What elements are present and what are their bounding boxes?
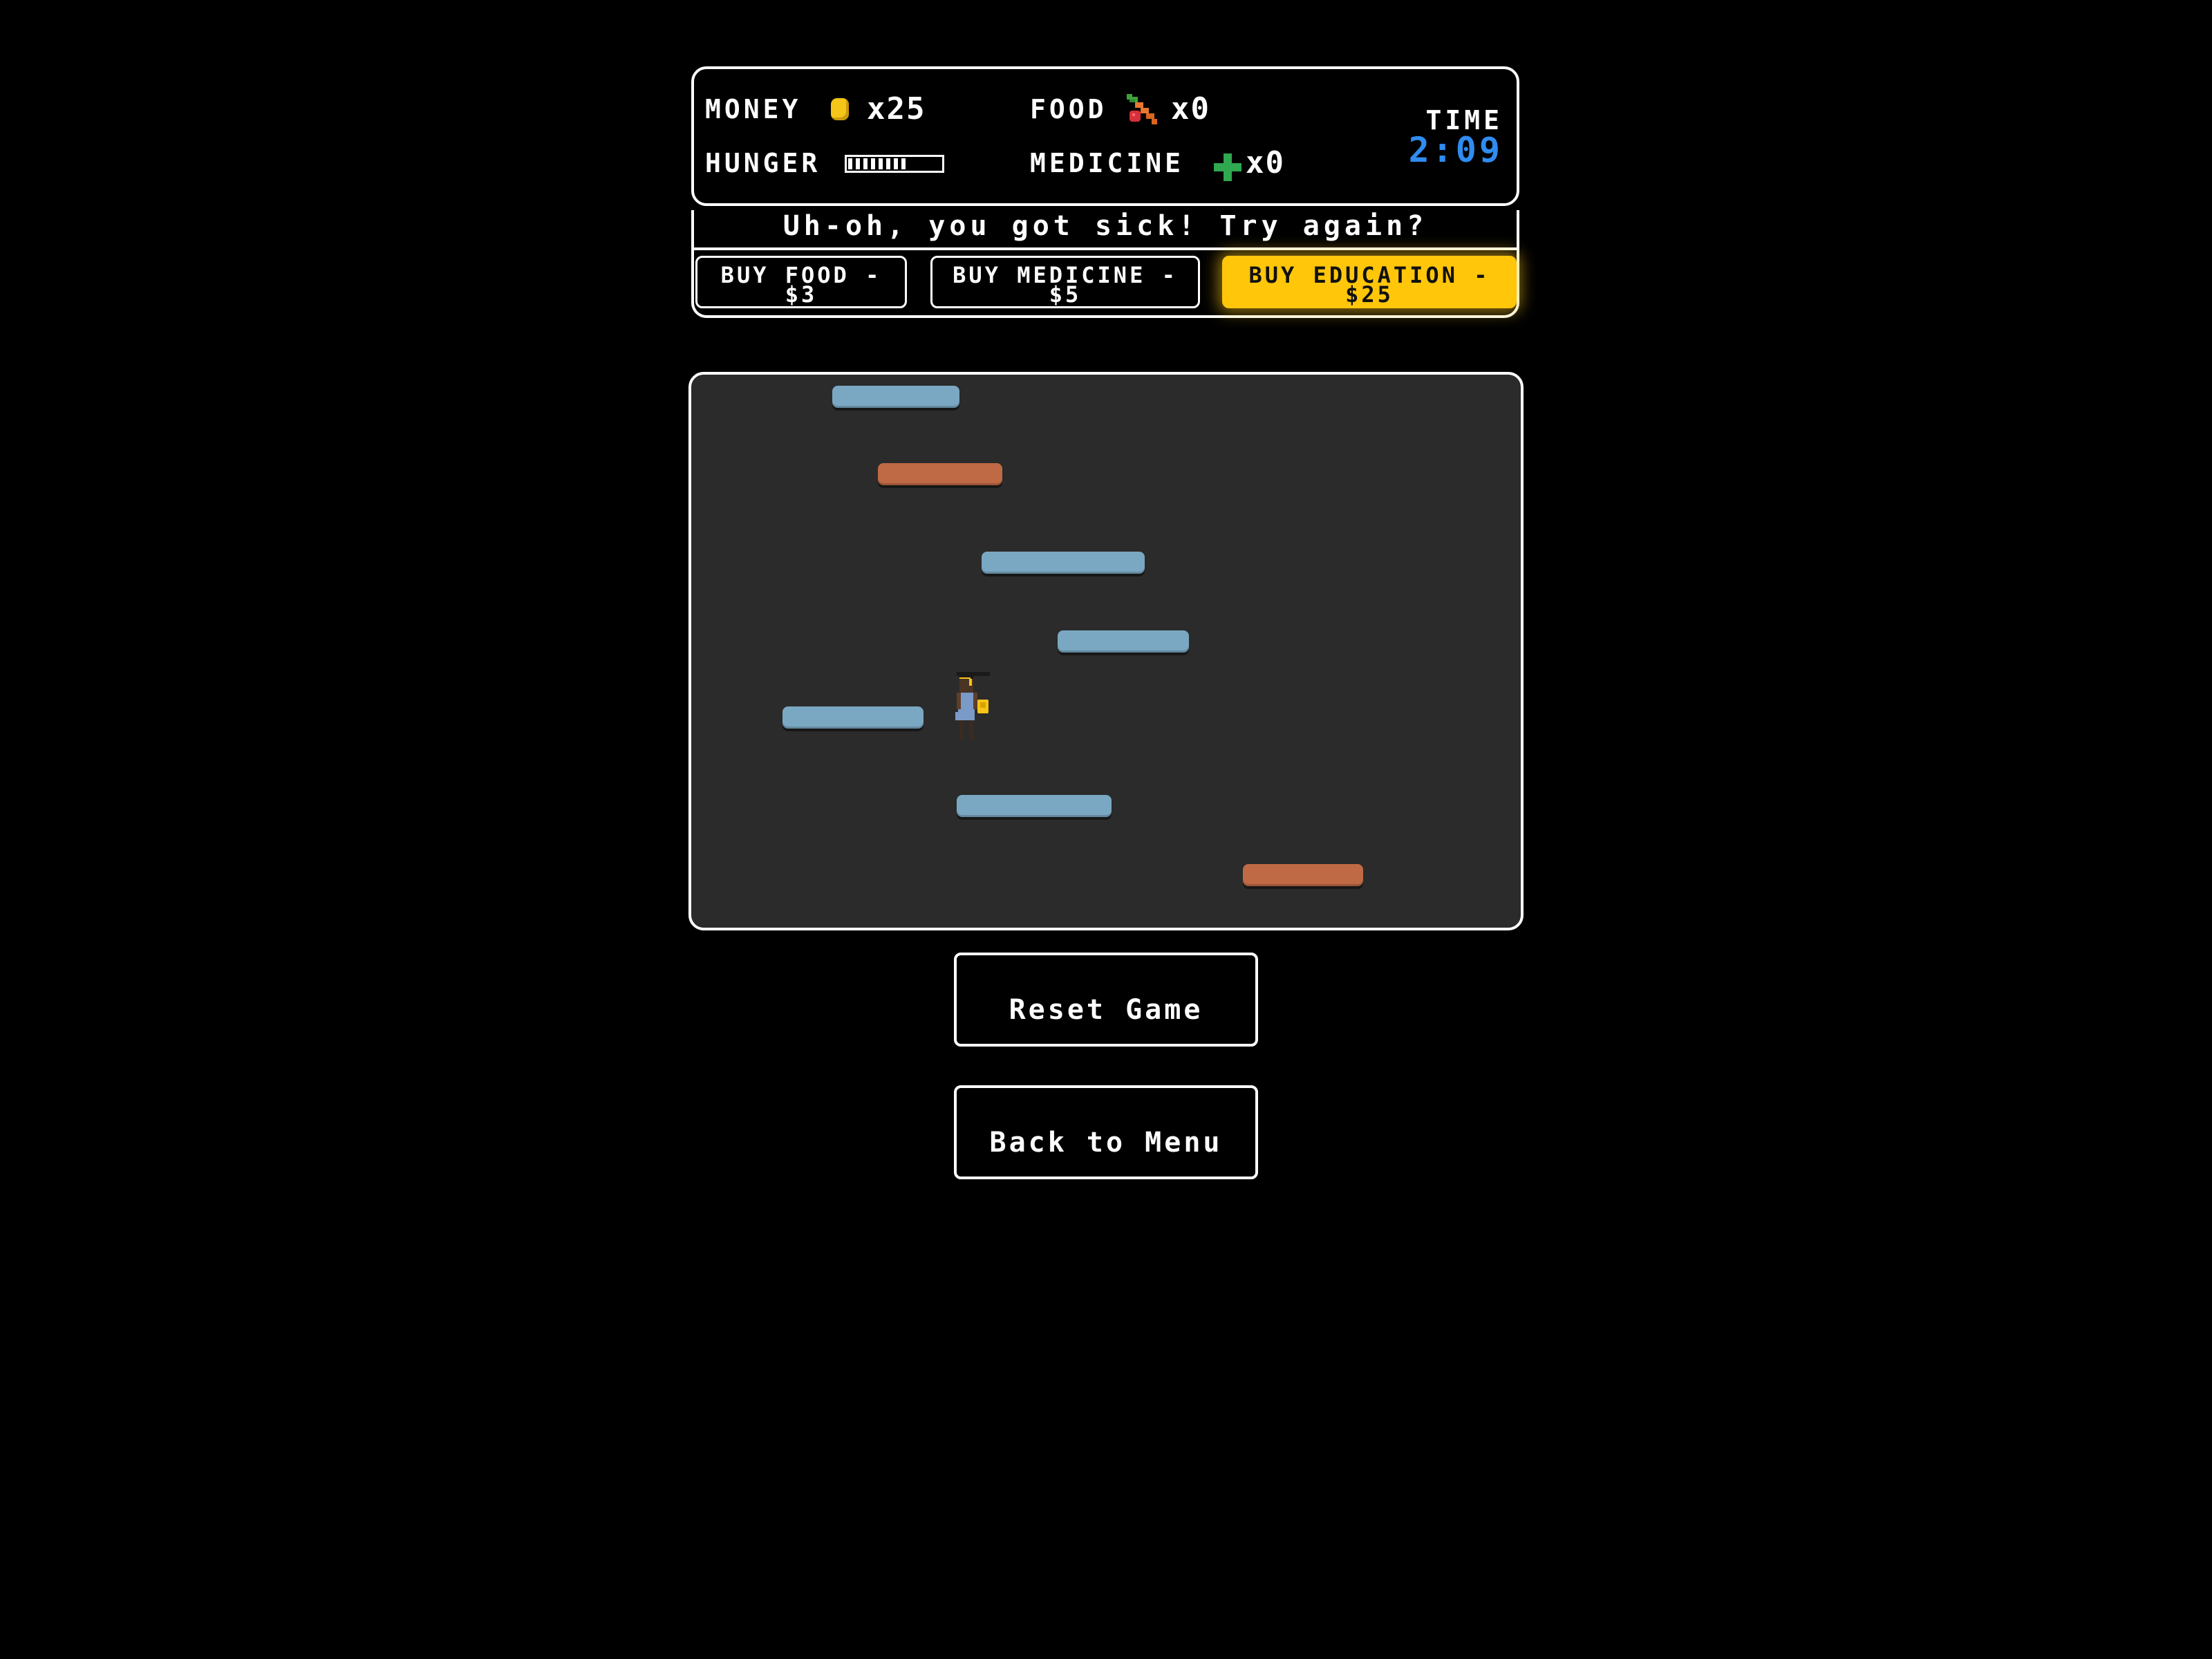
platform-blue: [1058, 630, 1189, 653]
buy-medicine-button[interactable]: BUY MEDICINE - $5: [930, 256, 1200, 308]
carrot-icon: [1127, 94, 1157, 124]
back-to-menu-button[interactable]: Back to Menu: [954, 1085, 1258, 1179]
hunger-tick: [856, 158, 860, 169]
medicine-value: x0: [1246, 145, 1285, 180]
hunger-tick: [894, 158, 898, 169]
hunger-tick: [901, 158, 906, 169]
platform-blue: [982, 552, 1145, 574]
hunger-tick: [886, 158, 890, 169]
reset-game-button[interactable]: Reset Game: [954, 953, 1258, 1047]
platform-blue: [957, 795, 1112, 817]
money-value: x25: [867, 91, 926, 126]
hunger-tick: [871, 158, 875, 169]
player-character: [955, 672, 990, 740]
status-panel: MONEY x25 FOOD x0 HUNGER MEDICINE x0 TIM…: [691, 66, 1519, 206]
hunger-label: HUNGER: [705, 148, 821, 178]
status-message: Uh-oh, you got sick! Try again?: [694, 210, 1517, 250]
buy-food-button[interactable]: BUY FOOD - $3: [695, 256, 907, 308]
hunger-tick: [863, 158, 868, 169]
medicine-label: MEDICINE: [1030, 148, 1185, 178]
store-panel: Uh-oh, you got sick! Try again? BUY FOOD…: [691, 210, 1519, 318]
platform-blue: [832, 386, 959, 408]
time-value: 2:09: [1408, 130, 1503, 170]
food-value: x0: [1171, 91, 1210, 126]
hunger-tick: [848, 158, 852, 169]
food-label: FOOD: [1030, 94, 1107, 124]
money-label: MONEY: [705, 94, 802, 124]
platform-orange: [1243, 864, 1363, 886]
platform-orange: [878, 463, 1002, 485]
platform-blue: [782, 706, 924, 729]
coin-icon: [831, 98, 849, 120]
hunger-meter: [845, 155, 944, 173]
game-screen: MONEY x25 FOOD x0 HUNGER MEDICINE x0 TIM…: [0, 0, 2212, 1659]
cross-icon: [1214, 153, 1241, 181]
game-canvas[interactable]: [688, 372, 1524, 930]
buy-education-button[interactable]: BUY EDUCATION - $25: [1222, 256, 1517, 308]
hunger-tick: [879, 158, 883, 169]
